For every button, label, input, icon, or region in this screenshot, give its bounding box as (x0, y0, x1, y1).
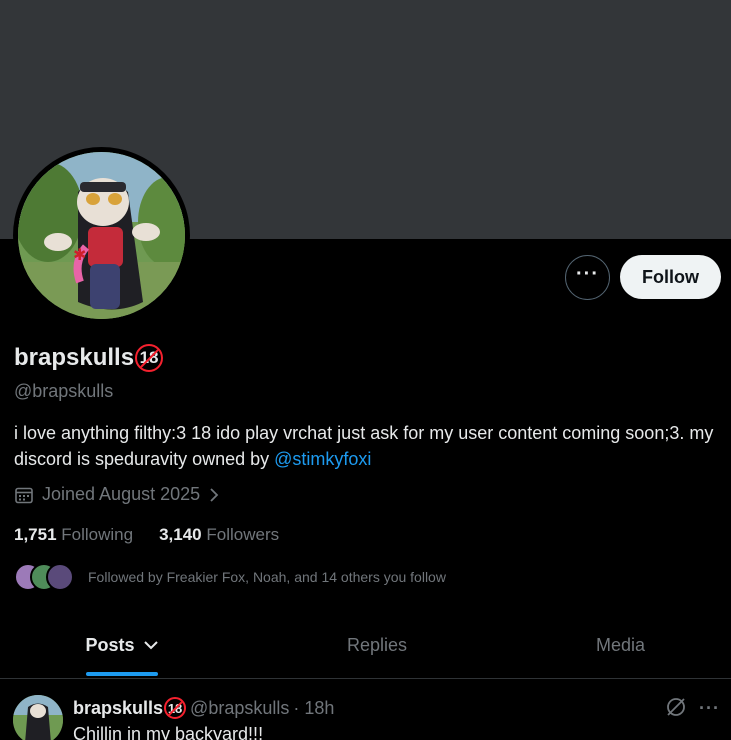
avatar-image: ✱ (18, 152, 185, 319)
profile-avatar[interactable]: ✱ (13, 147, 190, 324)
followed-by-avatars (14, 563, 76, 591)
followers-stat[interactable]: 3,140 Followers (159, 525, 279, 545)
post-timestamp[interactable]: · 18h (293, 698, 334, 719)
post-more-icon[interactable]: ··· (699, 698, 720, 719)
chevron-down-icon (143, 641, 158, 650)
svg-text:✱: ✱ (73, 245, 86, 264)
joined-text: Joined August 2025 (42, 484, 201, 504)
tab-replies-label: Replies (346, 634, 408, 655)
post-text: Chillin in my backyard!!! (73, 724, 264, 740)
followed-by[interactable]: Followed by Freakier Fox, Noah, and 14 o… (14, 563, 446, 591)
profile-bio: i love anything filthy:3 18 ido play vrc… (14, 420, 729, 472)
age-18-badge-icon: 18 (135, 344, 164, 372)
following-count: 1,751 (14, 525, 57, 544)
followers-count: 3,140 (159, 525, 202, 544)
joined-date[interactable]: Joined August 2025 (14, 484, 228, 505)
bio-mention-link[interactable]: @stimkyfoxi (274, 449, 371, 469)
follow-stats: 1,751 Following 3,140 Followers (14, 525, 305, 545)
grok-icon[interactable] (665, 696, 687, 718)
followed-by-text: Followed by Freakier Fox, Noah, and 14 o… (88, 569, 446, 585)
post-item[interactable]: brapskulls 18 @brapskulls · 18h Chillin … (0, 680, 731, 740)
calendar-icon (15, 487, 33, 503)
mini-avatar (46, 563, 74, 591)
following-label: Following (61, 525, 134, 544)
tab-media-label: Media (595, 634, 646, 655)
tab-posts-label: Posts (85, 634, 135, 655)
display-name: brapskulls 18 (14, 344, 164, 372)
followers-label: Followers (206, 525, 280, 544)
more-options-button[interactable]: ··· (565, 255, 610, 300)
post-avatar[interactable] (13, 695, 63, 740)
avatar-illustration: ✱ (18, 152, 185, 319)
tab-replies[interactable]: Replies (244, 612, 510, 678)
post-avatar-image (13, 695, 63, 740)
profile-tabs: Posts Replies Media (0, 612, 731, 679)
profile-handle: @brapskulls (14, 381, 114, 401)
display-name-text: brapskulls (14, 344, 135, 371)
post-header: brapskulls 18 @brapskulls · 18h (73, 697, 334, 719)
more-icon: ··· (576, 262, 599, 285)
following-stat[interactable]: 1,751 Following (14, 525, 133, 545)
tab-posts[interactable]: Posts (0, 612, 244, 678)
follow-button[interactable]: Follow (620, 255, 721, 299)
chevron-right-icon (210, 487, 219, 502)
age-18-badge-icon: 18 (164, 697, 187, 719)
post-author-handle[interactable]: @brapskulls (190, 698, 289, 719)
active-tab-indicator (86, 672, 158, 676)
post-author-name[interactable]: brapskulls (73, 698, 163, 719)
tab-media[interactable]: Media (510, 612, 731, 678)
